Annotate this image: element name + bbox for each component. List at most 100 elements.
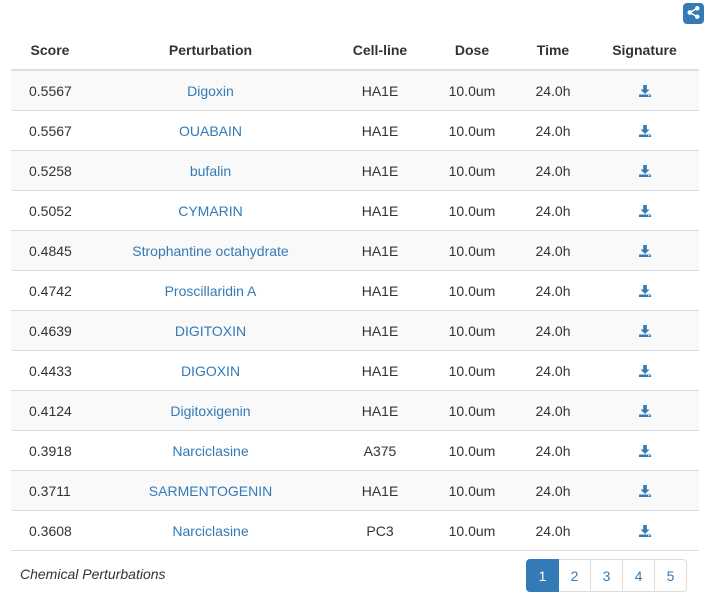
dose-cell: 10.0um xyxy=(428,190,516,231)
download-icon[interactable] xyxy=(636,362,654,380)
signature-cell xyxy=(590,230,699,271)
perturbation-link[interactable]: Narciclasine xyxy=(172,523,248,539)
page-3-button[interactable]: 3 xyxy=(590,559,623,592)
cell-line-cell: HA1E xyxy=(332,270,428,311)
perturbation-link[interactable]: SARMENTOGENIN xyxy=(149,483,272,499)
dose-cell: 10.0um xyxy=(428,310,516,351)
perturbation-link[interactable]: Proscillaridin A xyxy=(165,283,257,299)
download-icon[interactable] xyxy=(636,322,654,340)
perturbation-cell: Narciclasine xyxy=(89,430,332,471)
signature-cell xyxy=(590,310,699,351)
perturbation-cell: DIGOXIN xyxy=(89,350,332,391)
cell-line-cell: HA1E xyxy=(332,310,428,351)
table-row: 0.5052 CYMARIN HA1E 10.0um 24.0h xyxy=(11,190,699,231)
table-header-row: Score Perturbation Cell-line Dose Time S… xyxy=(11,30,699,71)
column-header-time[interactable]: Time xyxy=(516,30,590,71)
cell-line-cell: HA1E xyxy=(332,230,428,271)
download-icon[interactable] xyxy=(636,122,654,140)
results-panel: Score Perturbation Cell-line Dose Time S… xyxy=(0,0,714,600)
page-1-button[interactable]: 1 xyxy=(526,559,559,592)
dose-cell: 10.0um xyxy=(428,230,516,271)
download-icon[interactable] xyxy=(636,202,654,220)
signature-cell xyxy=(590,190,699,231)
score-cell: 0.3608 xyxy=(11,510,89,551)
time-cell: 24.0h xyxy=(516,510,590,551)
time-cell: 24.0h xyxy=(516,470,590,511)
table-row: 0.3608 Narciclasine PC3 10.0um 24.0h xyxy=(11,510,699,551)
signature-cell xyxy=(590,430,699,471)
signature-cell xyxy=(590,270,699,311)
column-header-cell-line[interactable]: Cell-line xyxy=(332,30,428,71)
score-cell: 0.4124 xyxy=(11,390,89,431)
dose-cell: 10.0um xyxy=(428,470,516,511)
cell-line-cell: HA1E xyxy=(332,470,428,511)
page-2-button[interactable]: 2 xyxy=(558,559,591,592)
time-cell: 24.0h xyxy=(516,190,590,231)
column-header-dose[interactable]: Dose xyxy=(428,30,516,71)
signature-cell xyxy=(590,390,699,431)
perturbation-link[interactable]: Digoxin xyxy=(187,83,234,99)
time-cell: 24.0h xyxy=(516,230,590,271)
table-row: 0.3711 SARMENTOGENIN HA1E 10.0um 24.0h xyxy=(11,470,699,511)
dose-cell: 10.0um xyxy=(428,69,516,111)
perturbation-cell: Narciclasine xyxy=(89,510,332,551)
perturbation-link[interactable]: Strophantine octahydrate xyxy=(132,243,288,259)
download-icon[interactable] xyxy=(636,442,654,460)
dose-cell: 10.0um xyxy=(428,430,516,471)
perturbation-link[interactable]: CYMARIN xyxy=(178,203,243,219)
perturbation-link[interactable]: DIGOXIN xyxy=(181,363,240,379)
time-cell: 24.0h xyxy=(516,150,590,191)
table-row: 0.4742 Proscillaridin A HA1E 10.0um 24.0h xyxy=(11,270,699,311)
dose-cell: 10.0um xyxy=(428,110,516,151)
column-header-perturbation[interactable]: Perturbation xyxy=(89,30,332,71)
download-icon[interactable] xyxy=(636,522,654,540)
share-icon xyxy=(686,5,701,23)
perturbation-cell: Digitoxigenin xyxy=(89,390,332,431)
download-icon[interactable] xyxy=(636,482,654,500)
signature-cell xyxy=(590,510,699,551)
time-cell: 24.0h xyxy=(516,69,590,111)
signature-cell xyxy=(590,350,699,391)
download-icon[interactable] xyxy=(636,82,654,100)
results-table: Score Perturbation Cell-line Dose Time S… xyxy=(11,30,699,551)
dose-cell: 10.0um xyxy=(428,510,516,551)
perturbation-cell: DIGITOXIN xyxy=(89,310,332,351)
cell-line-cell: HA1E xyxy=(332,390,428,431)
score-cell: 0.4639 xyxy=(11,310,89,351)
perturbation-link[interactable]: Digitoxigenin xyxy=(170,403,250,419)
page-4-button[interactable]: 4 xyxy=(622,559,655,592)
score-cell: 0.4433 xyxy=(11,350,89,391)
score-cell: 0.4742 xyxy=(11,270,89,311)
download-icon[interactable] xyxy=(636,282,654,300)
score-cell: 0.5567 xyxy=(11,69,89,111)
score-cell: 0.5567 xyxy=(11,110,89,151)
cell-line-cell: HA1E xyxy=(332,110,428,151)
table-row: 0.5567 Digoxin HA1E 10.0um 24.0h xyxy=(11,69,699,111)
cell-line-cell: A375 xyxy=(332,430,428,471)
table-row: 0.4639 DIGITOXIN HA1E 10.0um 24.0h xyxy=(11,310,699,351)
perturbation-link[interactable]: DIGITOXIN xyxy=(175,323,246,339)
cell-line-cell: HA1E xyxy=(332,69,428,111)
perturbation-link[interactable]: OUABAIN xyxy=(179,123,242,139)
cell-line-cell: HA1E xyxy=(332,350,428,391)
perturbation-cell: Digoxin xyxy=(89,69,332,111)
perturbation-cell: OUABAIN xyxy=(89,110,332,151)
perturbation-link[interactable]: bufalin xyxy=(190,163,231,179)
download-icon[interactable] xyxy=(636,402,654,420)
time-cell: 24.0h xyxy=(516,110,590,151)
download-icon[interactable] xyxy=(636,162,654,180)
dose-cell: 10.0um xyxy=(428,270,516,311)
page-5-button[interactable]: 5 xyxy=(654,559,687,592)
table-row: 0.4124 Digitoxigenin HA1E 10.0um 24.0h xyxy=(11,390,699,431)
cell-line-cell: PC3 xyxy=(332,510,428,551)
perturbation-link[interactable]: Narciclasine xyxy=(172,443,248,459)
table-row: 0.5258 bufalin HA1E 10.0um 24.0h xyxy=(11,150,699,191)
column-header-signature[interactable]: Signature xyxy=(590,30,699,71)
column-header-score[interactable]: Score xyxy=(11,30,89,71)
dose-cell: 10.0um xyxy=(428,390,516,431)
cell-line-cell: HA1E xyxy=(332,150,428,191)
signature-cell xyxy=(590,470,699,511)
download-icon[interactable] xyxy=(636,242,654,260)
share-button[interactable] xyxy=(683,3,704,24)
table-row: 0.3918 Narciclasine A375 10.0um 24.0h xyxy=(11,430,699,471)
